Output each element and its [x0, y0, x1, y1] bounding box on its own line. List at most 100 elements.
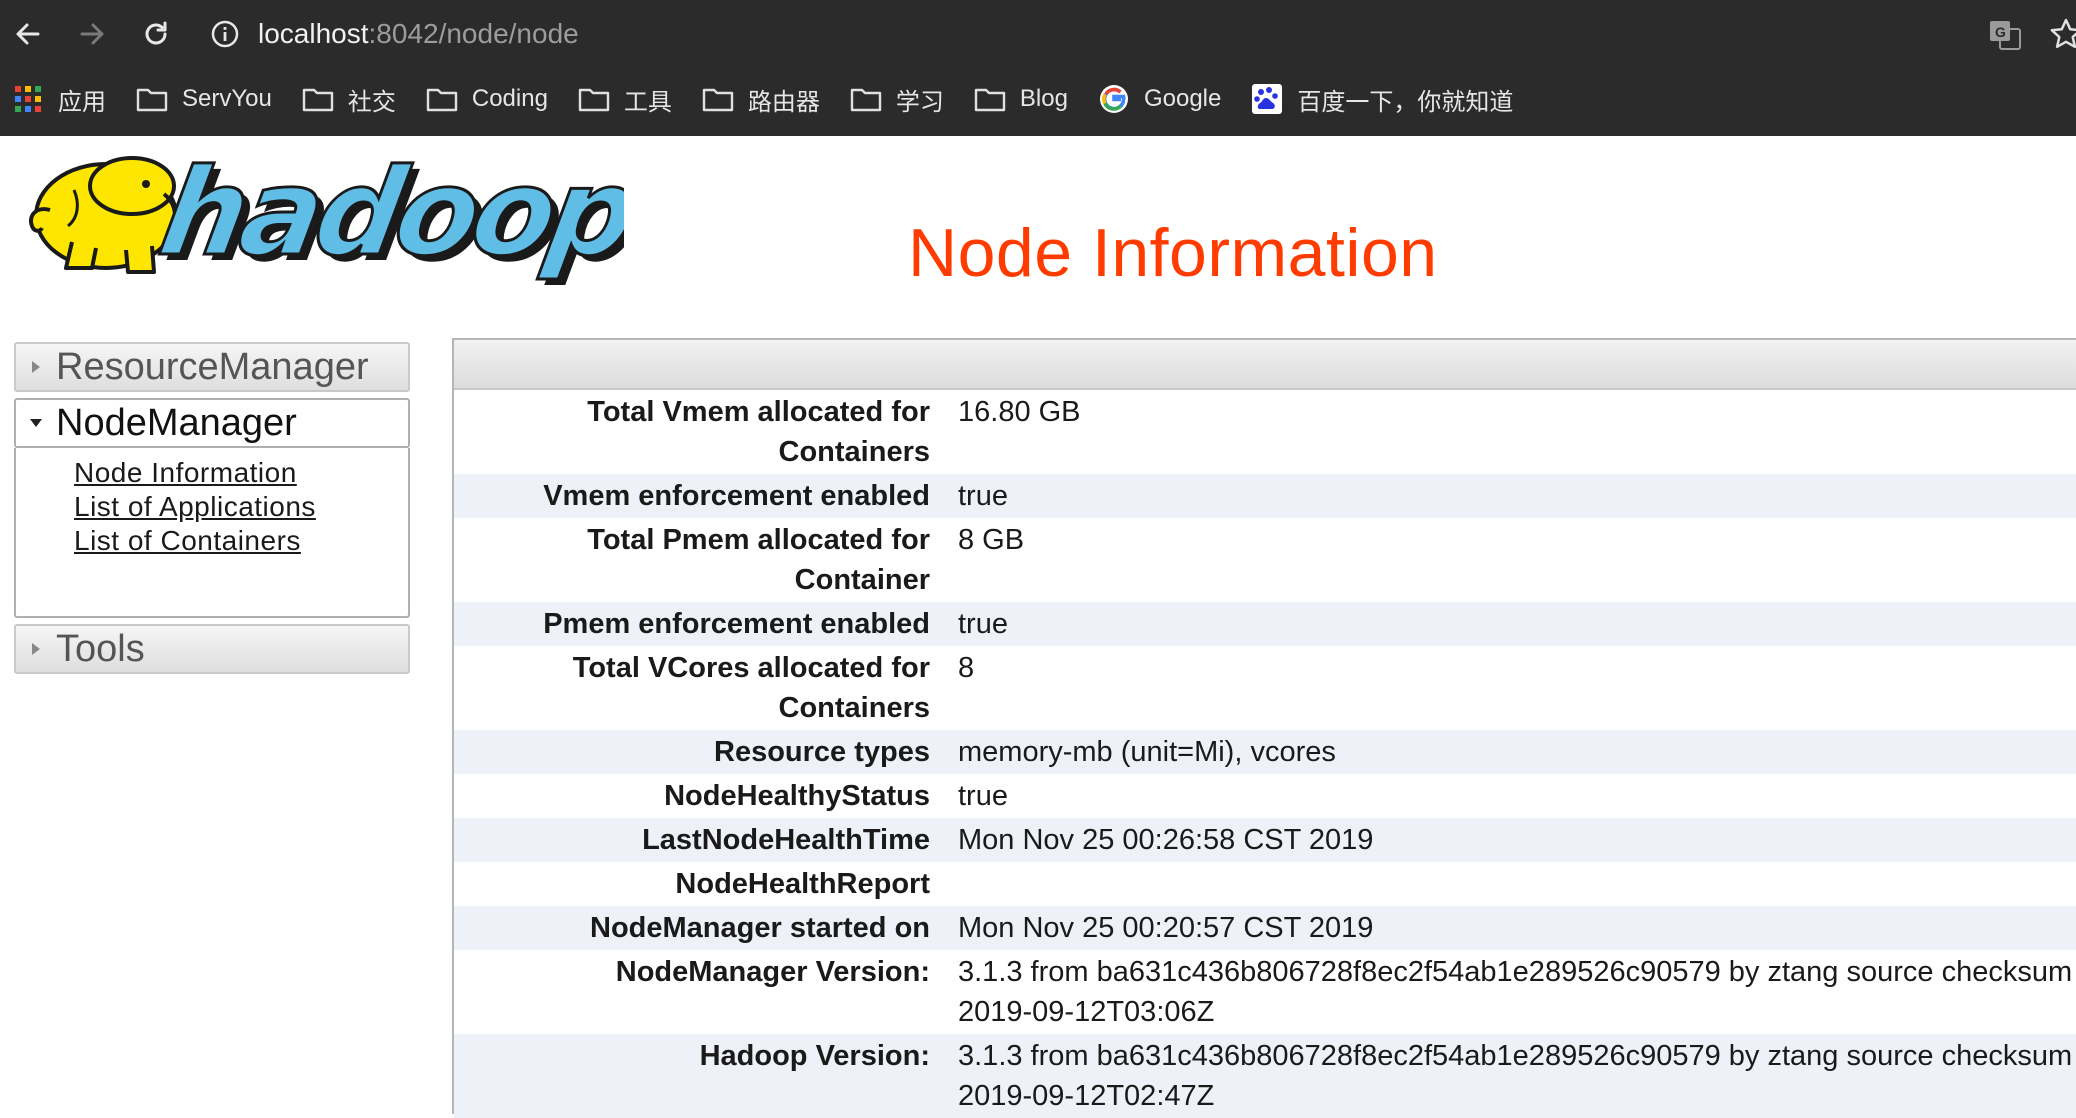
- bookmark-label: 应用: [58, 88, 106, 116]
- side-navigation: ResourceManager NodeManager Node Informa…: [14, 342, 410, 674]
- table-row: NodeHealthReport: [454, 862, 2076, 906]
- version-line: 3.1.3 from ba631c436b806728f8ec2f54ab1e2…: [958, 956, 2073, 988]
- table-row: NodeManager started on Mon Nov 25 00:20:…: [454, 906, 2076, 950]
- bookmark-label: Blog: [1019, 85, 1068, 112]
- row-value: 3.1.3 from ba631c436b806728f8ec2f54ab1e2…: [958, 950, 2076, 1034]
- table-row: Vmem enforcement enabled true: [454, 474, 2076, 518]
- row-value: 8 GB: [958, 524, 1025, 556]
- bookmark-blog[interactable]: Blog: [974, 85, 1068, 113]
- bookmark-label: Coding: [471, 85, 548, 112]
- apps-grid-icon: [12, 85, 44, 113]
- version-line: 3.1.3 from ba631c436b806728f8ec2f54ab1e2…: [958, 1040, 2073, 1072]
- reload-icon: [145, 21, 167, 45]
- nav-section-tools[interactable]: Tools: [14, 624, 410, 674]
- table-row: NodeManager Version: 3.1.3 from ba631c43…: [454, 950, 2076, 1034]
- row-key: Total Pmem allocated for Container: [587, 524, 930, 596]
- bookmark-apps[interactable]: 应用: [12, 82, 106, 117]
- arrow-right-icon: [80, 23, 104, 45]
- row-key: Total Vmem allocated for Containers: [587, 396, 930, 468]
- url-path: :8042/node/node: [368, 18, 579, 49]
- folder-icon: [850, 85, 882, 113]
- row-value: memory-mb (unit=Mi), vcores: [958, 730, 2076, 774]
- bookmark-baidu[interactable]: 百度一下，你就知道: [1251, 82, 1513, 117]
- arrow-left-icon: [16, 23, 40, 45]
- bookmark-servyou[interactable]: ServYou: [136, 85, 272, 113]
- bookmark-label: Google: [1143, 85, 1222, 112]
- nav-link-list-of-applications[interactable]: List of Applications: [74, 490, 408, 524]
- hadoop-logo[interactable]: hadoop hadoop: [14, 150, 624, 298]
- translate-icon[interactable]: G: [1988, 18, 2022, 52]
- folder-icon: [302, 85, 334, 113]
- bookmark-coding[interactable]: Coding: [426, 85, 548, 113]
- table-row: LastNodeHealthTime Mon Nov 25 00:26:58 C…: [454, 818, 2076, 862]
- bookmarks-bar: 应用 ServYou 社交 Coding 工具 路由器 学习 Blog Goog…: [0, 76, 2076, 122]
- table-row: Total Pmem allocated for Container 8 GB: [454, 518, 2076, 602]
- forward-button[interactable]: [70, 12, 114, 56]
- nav-section-label: Tools: [56, 627, 145, 670]
- node-info-table: Total Vmem allocated for Containers 16.8…: [454, 390, 2076, 1118]
- row-key: NodeManager started on: [454, 906, 958, 950]
- bookmark-label: 百度一下，你就知道: [1297, 88, 1514, 116]
- address-bar[interactable]: localhost:8042/node/node: [210, 8, 1910, 60]
- logo-wordmark: hadoop: [151, 150, 624, 283]
- nav-section-label: NodeManager: [56, 401, 297, 444]
- nav-section-resourcemanager[interactable]: ResourceManager: [14, 342, 410, 392]
- table-row: Total VCores allocated for Containers 8: [454, 646, 2076, 730]
- row-key: Hadoop Version:: [454, 1034, 958, 1118]
- row-key: NodeManager Version:: [615, 956, 930, 988]
- table-row: Resource types memory-mb (unit=Mi), vcor…: [454, 730, 2076, 774]
- row-key: LastNodeHealthTime: [454, 818, 958, 862]
- table-row: Total Vmem allocated for Containers 16.8…: [454, 390, 2076, 474]
- bookmark-tools[interactable]: 工具: [578, 82, 672, 117]
- row-key: Total VCores allocated for Containers: [572, 652, 930, 724]
- nav-section-nodemanager[interactable]: NodeManager: [14, 398, 410, 448]
- version-date: 2019-09-12T02:47Z: [958, 1080, 1215, 1112]
- folder-icon: [578, 85, 610, 113]
- row-value: Mon Nov 25 00:26:58 CST 2019: [958, 818, 2076, 862]
- row-key: NodeHealthReport: [675, 868, 930, 900]
- version-date: 2019-09-12T03:06Z: [958, 996, 1215, 1028]
- bookmark-label: 社交: [347, 88, 396, 116]
- row-value: true: [958, 474, 2076, 518]
- row-key: NodeHealthyStatus: [664, 780, 930, 812]
- node-info-panel: Total Vmem allocated for Containers 16.8…: [452, 338, 2076, 1118]
- browser-chrome: localhost:8042/node/node G 应用 ServYou 社交…: [0, 0, 2076, 136]
- bookmark-label: 工具: [623, 88, 672, 116]
- triangle-right-icon: [16, 359, 56, 375]
- url-host: localhost: [258, 18, 369, 49]
- baidu-icon: [1251, 84, 1283, 114]
- folder-icon: [136, 85, 168, 113]
- row-value: [958, 862, 2076, 906]
- nav-link-node-information[interactable]: Node Information: [74, 456, 408, 490]
- triangle-down-icon: [16, 417, 56, 429]
- bookmark-label: 路由器: [747, 88, 820, 116]
- nav-section-label: ResourceManager: [56, 345, 369, 388]
- bookmark-label: 学习: [895, 88, 944, 116]
- triangle-right-icon: [16, 641, 56, 657]
- bookmark-study[interactable]: 学习: [850, 82, 944, 117]
- folder-icon: [426, 85, 458, 113]
- bookmark-router[interactable]: 路由器: [702, 82, 820, 117]
- row-value: true: [958, 602, 2076, 646]
- bookmark-star-icon[interactable]: [2048, 16, 2076, 52]
- row-value: Mon Nov 25 00:20:57 CST 2019: [958, 906, 2076, 950]
- row-value: 16.80 GB: [958, 396, 1081, 428]
- nav-link-list-of-containers[interactable]: List of Containers: [74, 524, 408, 558]
- bookmark-label: ServYou: [182, 85, 272, 112]
- table-row: Hadoop Version: 3.1.3 from ba631c436b806…: [454, 1034, 2076, 1118]
- bookmark-google[interactable]: Google: [1098, 85, 1221, 113]
- row-value: 3.1.3 from ba631c436b806728f8ec2f54ab1e2…: [958, 1034, 2076, 1118]
- nodemanager-links: Node Information List of Applications Li…: [14, 448, 410, 618]
- table-row: Pmem enforcement enabled true: [454, 602, 2076, 646]
- back-button[interactable]: [6, 12, 50, 56]
- row-key: Resource types: [454, 730, 958, 774]
- bookmark-social[interactable]: 社交: [302, 82, 396, 117]
- page-title: Node Information: [908, 215, 1438, 291]
- row-key: Pmem enforcement enabled: [454, 602, 958, 646]
- reload-button[interactable]: [134, 12, 178, 56]
- google-icon: [1098, 85, 1130, 113]
- row-value: 8: [958, 652, 975, 684]
- folder-icon: [702, 85, 734, 113]
- folder-icon: [974, 85, 1006, 113]
- info-icon[interactable]: [210, 19, 240, 49]
